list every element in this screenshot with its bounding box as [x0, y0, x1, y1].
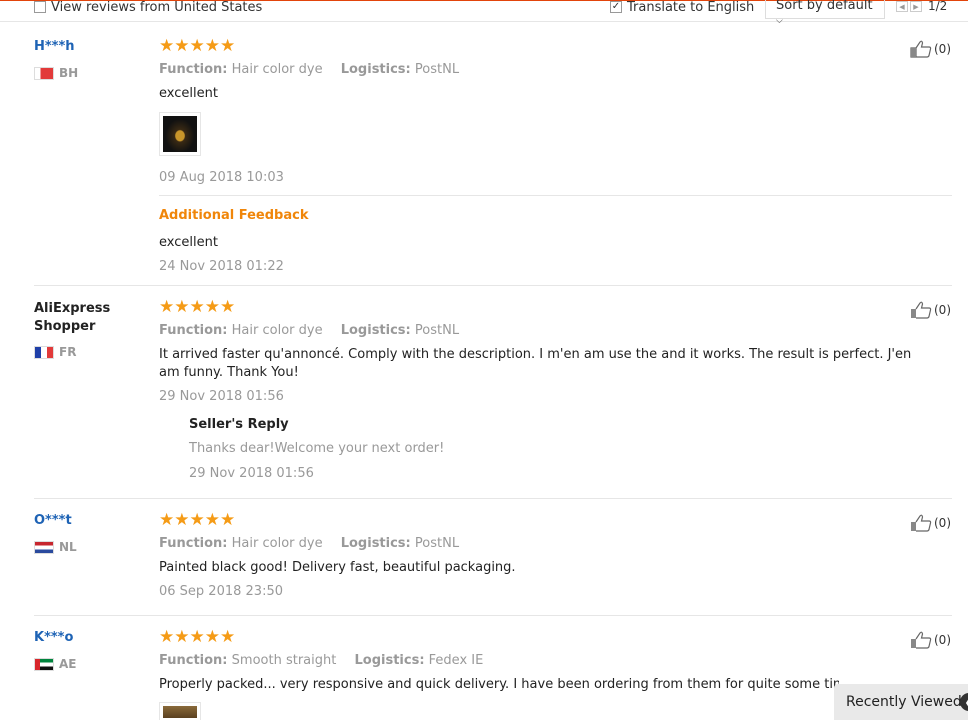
- helpful-count: (0): [934, 633, 951, 647]
- recently-viewed-tab[interactable]: Recently Viewed ❮: [834, 684, 968, 720]
- helpful-button[interactable]: (0): [910, 514, 951, 532]
- sort-dropdown[interactable]: Sort by default ⌵: [765, 0, 885, 26]
- function-label: Function:: [159, 653, 228, 668]
- logistics-value: PostNL: [414, 536, 460, 551]
- function-label: Function:: [159, 536, 228, 551]
- seller-reply-date: 29 Nov 2018 01:56: [189, 466, 314, 481]
- additional-feedback-text: excellent: [159, 235, 218, 250]
- flag-icon: [34, 657, 54, 671]
- recently-viewed-label: Recently Viewed: [846, 694, 962, 710]
- review-text: It arrived faster qu'annoncé. Comply wit…: [159, 347, 912, 380]
- review-toolbar: View reviews from United States ✓ Transl…: [0, 0, 968, 26]
- reviewer-name[interactable]: H***h: [34, 39, 75, 54]
- review-divider: [34, 285, 952, 286]
- helpful-button[interactable]: (0): [910, 40, 951, 58]
- additional-feedback-date: 24 Nov 2018 01:22: [159, 259, 284, 274]
- logistics-value: Fedex IE: [428, 653, 484, 668]
- country-code: FR: [59, 345, 77, 359]
- star-rating: ★★★★★: [159, 36, 236, 56]
- helpful-count: (0): [934, 516, 951, 530]
- function-value: Smooth straight: [231, 653, 337, 668]
- review-attributes: Function: Hair color dye Logistics: Post…: [159, 323, 459, 338]
- review-divider: [34, 615, 952, 616]
- thumbs-up-icon: [910, 40, 932, 58]
- translate-label: Translate to English: [627, 0, 755, 15]
- thumbs-up-icon: [911, 631, 932, 649]
- helpful-button[interactable]: (0): [910, 631, 951, 649]
- view-us-label: View reviews from United States: [51, 0, 263, 15]
- review-date: 09 Aug 2018 10:03: [159, 170, 284, 185]
- review-photo[interactable]: [159, 112, 201, 156]
- seller-reply-title: Seller's Reply: [189, 417, 289, 432]
- next-page-icon[interactable]: ▶: [910, 1, 922, 12]
- country-code: AE: [59, 657, 77, 671]
- thumbs-up-icon: [911, 301, 932, 319]
- reviewer-name[interactable]: O***t: [34, 513, 72, 528]
- review-attributes: Function: Hair color dye Logistics: Post…: [159, 536, 459, 551]
- logistics-label: Logistics:: [340, 323, 411, 338]
- review-date: 29 Nov 2018 01:56: [159, 389, 284, 404]
- sort-label: Sort by default: [776, 0, 873, 13]
- page-indicator: 1/2: [928, 0, 948, 13]
- reviewer-name[interactable]: K***o: [34, 630, 73, 645]
- function-label: Function:: [159, 62, 228, 77]
- chevron-down-icon: ⌵: [776, 16, 783, 26]
- reviewer-country: FR: [34, 345, 76, 359]
- prev-page-icon[interactable]: ◀: [896, 1, 908, 12]
- view-us-filter[interactable]: View reviews from United States: [34, 0, 263, 15]
- review-date: 06 Sep 2018 23:50: [159, 584, 283, 599]
- function-value: Hair color dye: [231, 536, 323, 551]
- additional-feedback-title: Additional Feedback: [159, 208, 309, 223]
- reviewer-country: NL: [34, 540, 77, 554]
- flag-icon: [34, 540, 54, 554]
- logistics-value: PostNL: [414, 323, 460, 338]
- review-attributes: Function: Hair color dye Logistics: Post…: [159, 62, 459, 77]
- review-divider: [34, 498, 952, 499]
- review-attributes: Function: Smooth straight Logistics: Fed…: [159, 653, 483, 668]
- country-code: BH: [59, 66, 79, 80]
- divider: [159, 195, 952, 196]
- reviewer-country: AE: [34, 657, 76, 671]
- translate-toggle[interactable]: ✓ Translate to English: [610, 0, 755, 15]
- star-rating: ★★★★★: [159, 297, 236, 317]
- pagination: ◀ ▶ 1/2: [896, 0, 948, 13]
- function-label: Function:: [159, 323, 228, 338]
- helpful-count: (0): [934, 303, 951, 317]
- country-code: NL: [59, 540, 77, 554]
- reviewer-name: AliExpress Shopper: [34, 301, 111, 334]
- flag-icon: [34, 66, 54, 80]
- star-rating: ★★★★★: [159, 627, 236, 647]
- flag-icon: [34, 345, 54, 359]
- logistics-label: Logistics:: [354, 653, 425, 668]
- star-rating: ★★★★★: [159, 510, 236, 530]
- helpful-count: (0): [934, 42, 951, 56]
- review-text: excellent: [159, 86, 218, 101]
- logistics-label: Logistics:: [340, 62, 411, 77]
- function-value: Hair color dye: [231, 323, 323, 338]
- review-photo[interactable]: [159, 702, 201, 720]
- logistics-label: Logistics:: [340, 536, 411, 551]
- checkbox-icon[interactable]: ✓: [610, 1, 622, 13]
- review-text: Painted black good! Delivery fast, beaut…: [159, 560, 516, 575]
- function-value: Hair color dye: [231, 62, 323, 77]
- helpful-button[interactable]: (0): [910, 301, 951, 319]
- logistics-value: PostNL: [414, 62, 460, 77]
- checkbox-icon[interactable]: [34, 1, 46, 13]
- thumbs-up-icon: [911, 514, 932, 532]
- review-text: Properly packed... very responsive and q…: [159, 677, 839, 692]
- seller-reply-text: Thanks dear!Welcome your next order!: [189, 441, 445, 456]
- reviewer-country: BH: [34, 66, 78, 80]
